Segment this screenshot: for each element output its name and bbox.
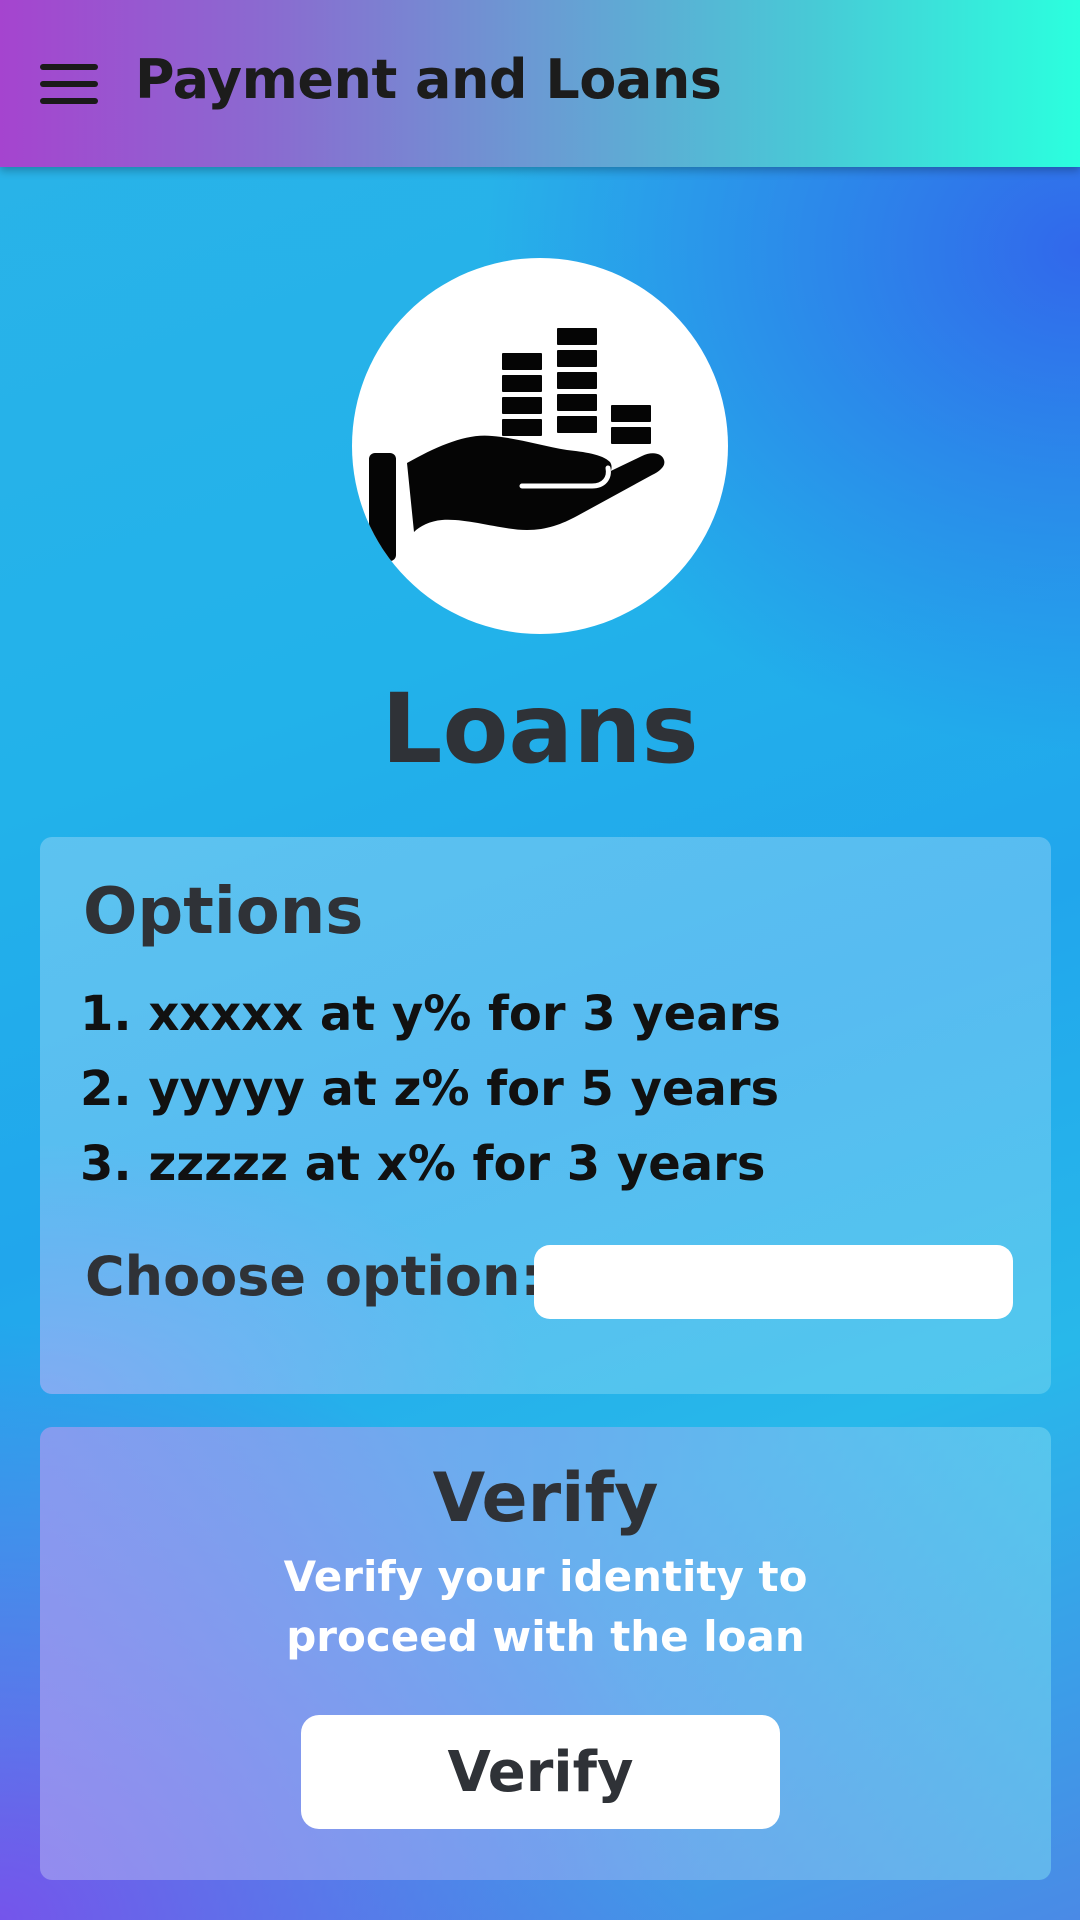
list-item: 1. xxxxx at y% for 3 years [80,986,781,1042]
options-title: Options [83,875,364,949]
hamburger-menu-icon[interactable] [40,64,98,104]
hand-holding-coins-icon [369,328,665,561]
choose-option-input[interactable] [534,1245,1013,1319]
app-bar: Payment and Loans [0,0,1080,167]
verify-description-line1: Verify your identity to [283,1552,808,1601]
loans-screen: Payment and Loans Loans Options 1. xxxxx… [0,0,1080,1920]
verify-button[interactable]: Verify [301,1715,780,1829]
hero-image [352,258,728,634]
list-item: 3. zzzzz at x% for 3 years [80,1136,766,1192]
options-card: Options 1. xxxxx at y% for 3 years 2. yy… [40,837,1051,1394]
verify-title: Verify [432,1459,659,1538]
page-heading: Loans [381,673,699,785]
app-title: Payment and Loans [135,48,722,111]
choose-option-label: Choose option: [85,1245,543,1308]
verify-description-line2: proceed with the loan [286,1612,805,1661]
verify-description: Verify your identity to proceed with the… [40,1547,1051,1667]
verify-card: Verify Verify your identity to proceed w… [40,1427,1051,1880]
options-list: 1. xxxxx at y% for 3 years 2. yyyyy at z… [80,977,781,1202]
list-item: 2. yyyyy at z% for 5 years [80,1061,780,1117]
